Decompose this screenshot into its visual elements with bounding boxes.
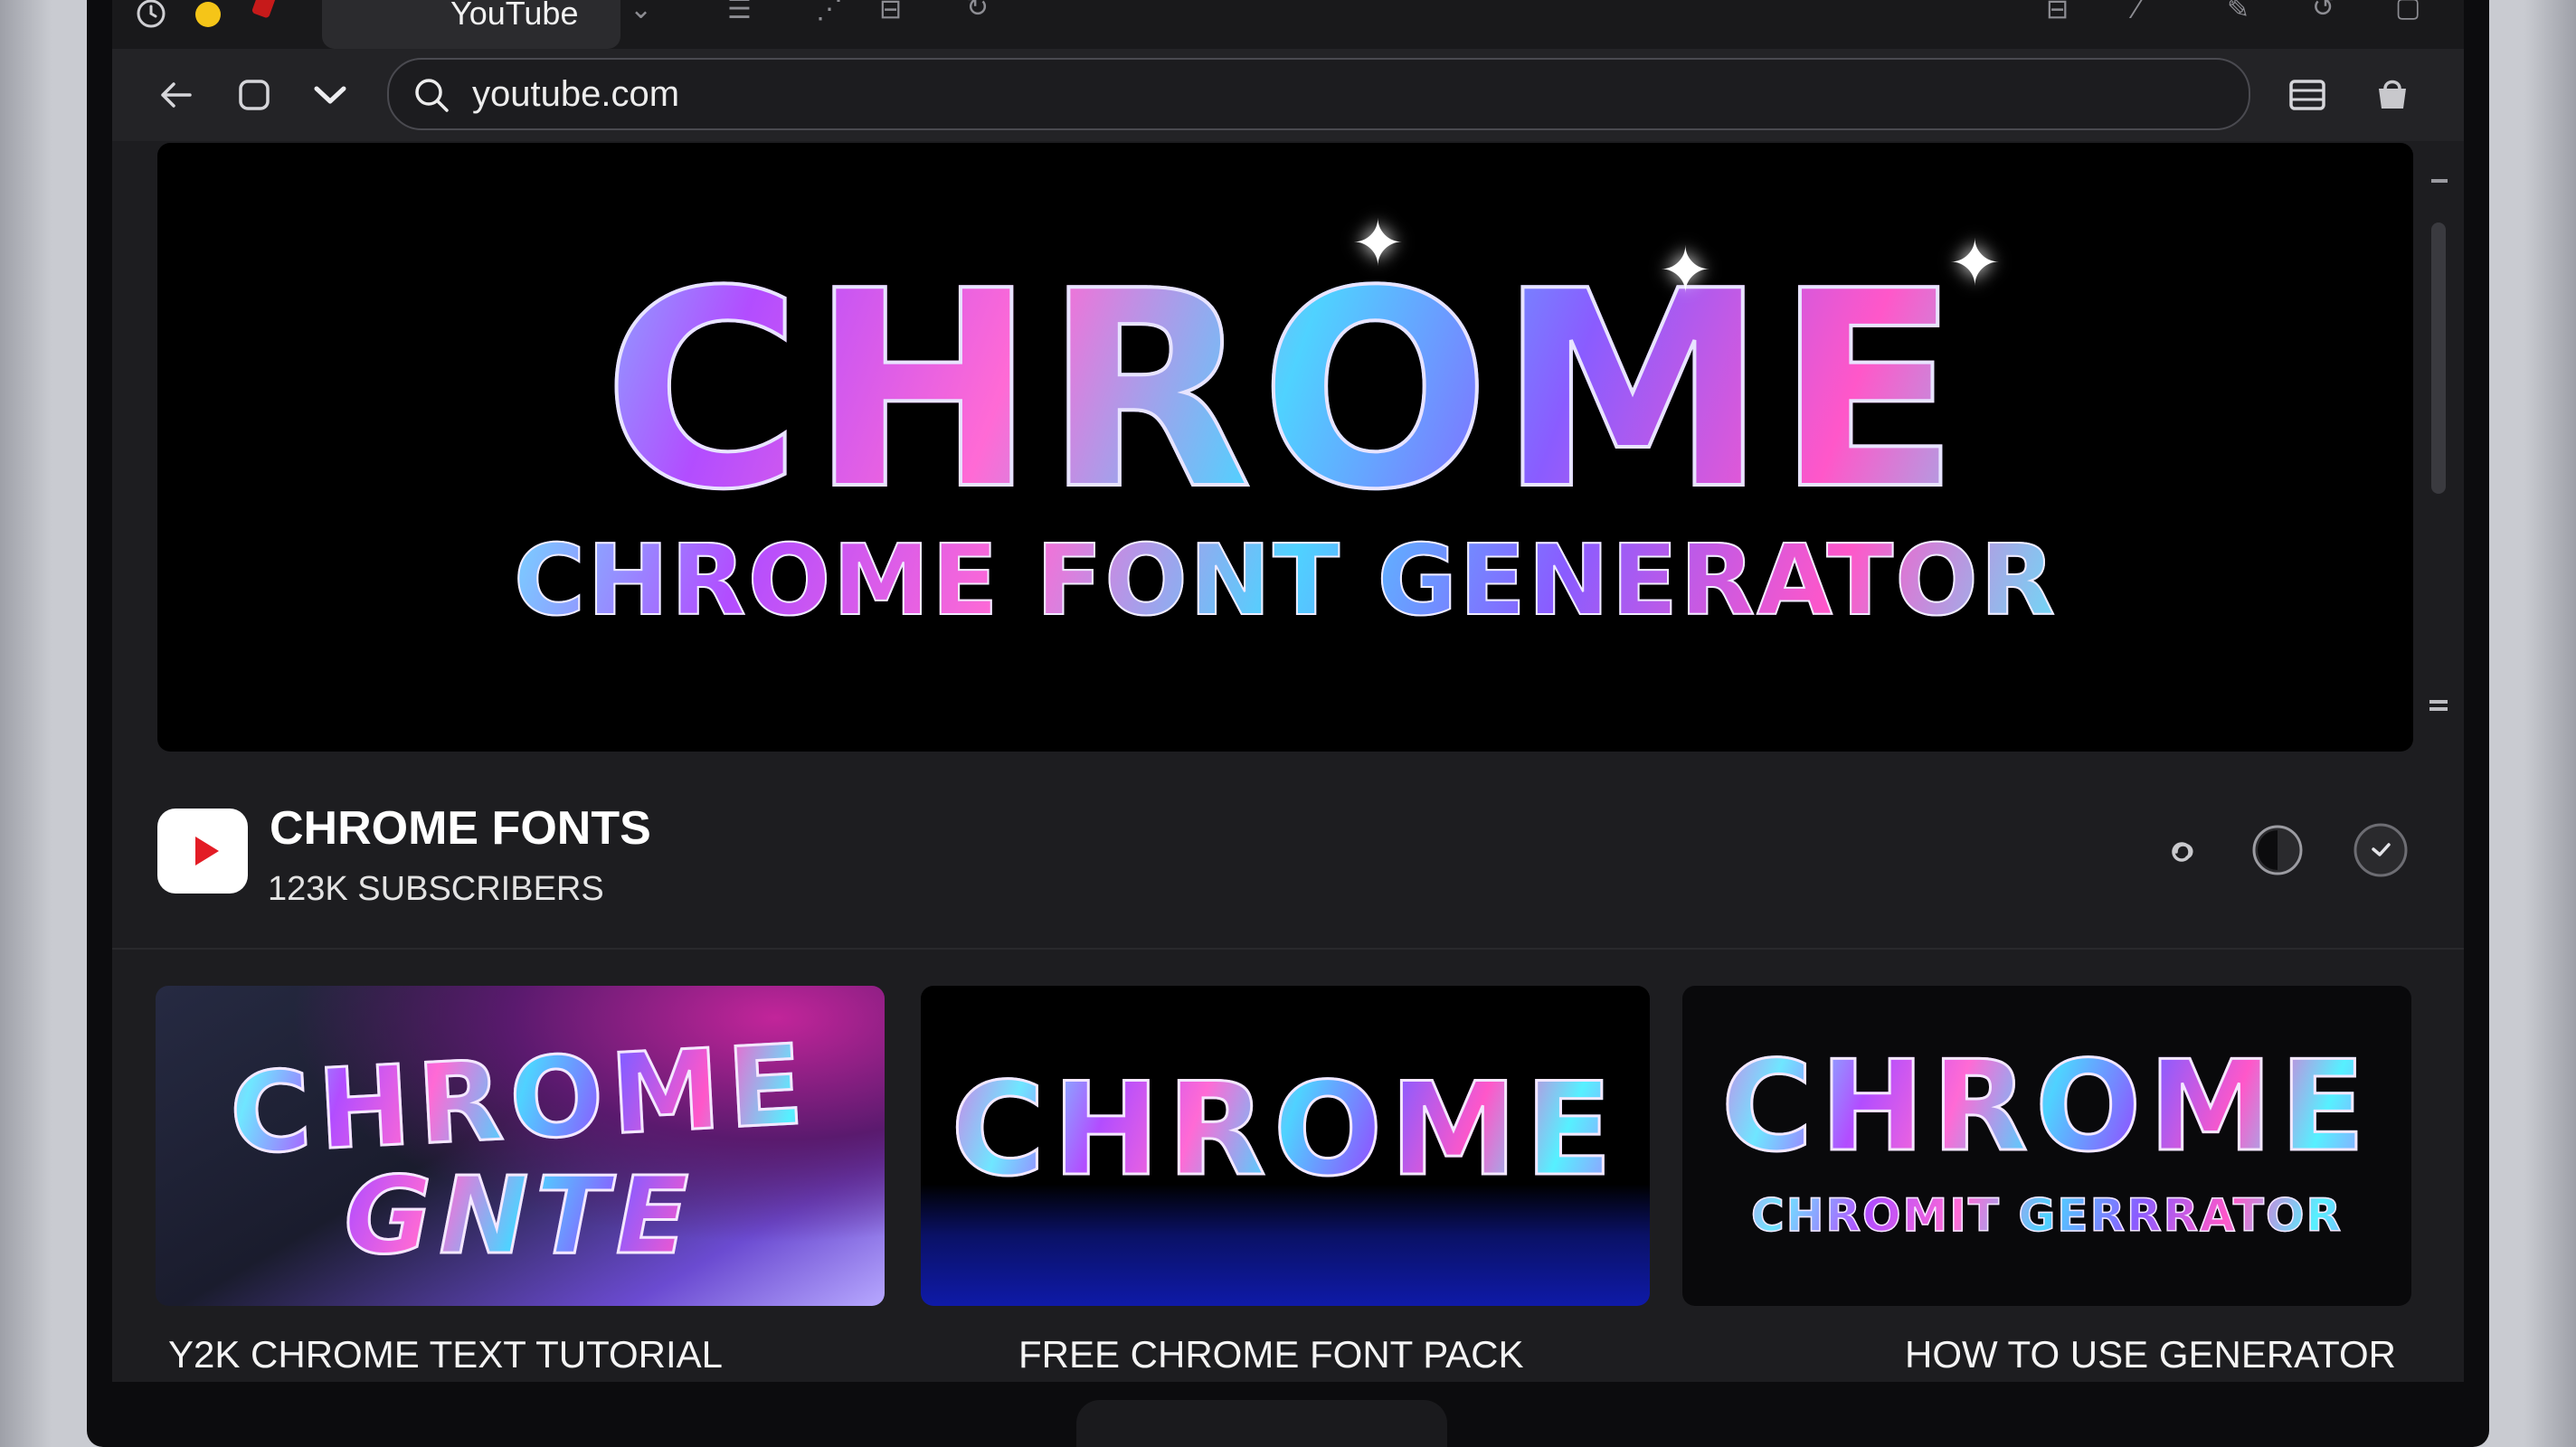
extension-icon[interactable] xyxy=(2370,72,2415,118)
thumbnail-subtitle: GNTE xyxy=(156,1153,885,1279)
video-title[interactable]: FREE CHROME FONT PACK xyxy=(1018,1333,1524,1376)
channel-banner[interactable]: CHROME CHROME FONT GENERATOR ✦ ✦ ✦ xyxy=(157,143,2413,752)
bell-icon[interactable] xyxy=(2156,821,2214,879)
close-dot[interactable] xyxy=(251,0,278,19)
scrollbar[interactable] xyxy=(2424,152,2449,749)
video-thumbnail[interactable]: CHROME xyxy=(921,986,1650,1306)
tab-strip: YouTube ⌄ ☰ ⋰ ⊟ ↻ ⊟ ⁄ ✎ ↺ ▢ xyxy=(112,0,2464,49)
tray-icon[interactable]: ⊟ xyxy=(879,0,902,24)
menu-icon[interactable]: ☰ xyxy=(727,0,752,24)
video-title[interactable]: HOW TO USE GENERATOR xyxy=(1905,1333,2396,1376)
video-thumbnail[interactable]: CHROME CHROMIT GERRRATOR xyxy=(1682,986,2411,1306)
youtube-logo-icon[interactable] xyxy=(157,809,248,894)
layers-icon[interactable]: ⊟ xyxy=(2046,0,2069,24)
tab-youtube[interactable]: YouTube xyxy=(322,0,620,49)
theme-toggle-icon[interactable] xyxy=(2249,821,2306,879)
reader-icon[interactable] xyxy=(2285,72,2330,118)
thumbnail-title: CHROME xyxy=(1682,1035,2411,1178)
stop-square-icon[interactable] xyxy=(232,72,277,118)
thumbnail-subtitle: CHROMIT GERRRATOR xyxy=(1682,1187,2411,1244)
search-icon xyxy=(415,79,449,112)
sparkle-icon: ✦ xyxy=(1351,208,1405,279)
banner-subtitle: CHROME FONT GENERATOR xyxy=(157,523,2413,640)
undo-icon[interactable]: ↺ xyxy=(2312,0,2334,22)
sparkle-icon: ✦ xyxy=(1659,235,1712,306)
subscriber-count: 123K SUBSCRIBERS xyxy=(268,870,604,908)
browser-toolbar: youtube.com xyxy=(112,49,2464,141)
scroll-thumb[interactable] xyxy=(2431,222,2446,494)
video-thumbnail[interactable]: CHROME GNTE xyxy=(156,986,885,1306)
banner-title: CHROME xyxy=(157,241,2413,543)
chevron-down-icon[interactable] xyxy=(308,72,353,118)
channel-name: CHROME FONTS xyxy=(270,802,651,855)
pen-icon[interactable]: ⁄ xyxy=(2135,0,2139,24)
url-text: youtube.com xyxy=(472,74,680,114)
address-bar[interactable]: youtube.com xyxy=(387,58,2250,130)
channel-header: CHROME FONTS 123K SUBSCRIBERS xyxy=(112,769,2464,950)
clock-icon[interactable] xyxy=(136,0,166,29)
minimize-dot[interactable] xyxy=(195,2,221,27)
window-icon[interactable]: ▢ xyxy=(2395,0,2420,22)
thumbnail-title: CHROME xyxy=(921,1056,1650,1204)
edit-icon[interactable]: ✎ xyxy=(2227,0,2249,24)
dots-icon[interactable]: ⋰ xyxy=(816,0,843,24)
reload-icon[interactable]: ↻ xyxy=(966,0,989,22)
subscribed-check-icon[interactable] xyxy=(2352,821,2410,879)
chevron-down-icon[interactable]: ⌄ xyxy=(630,0,652,24)
tab-title: YouTube xyxy=(450,0,579,32)
browser-window: YouTube ⌄ ☰ ⋰ ⊟ ↻ ⊟ ⁄ ✎ ↺ ▢ youtube.com xyxy=(112,0,2464,1382)
sparkle-icon: ✦ xyxy=(1948,228,2002,298)
laptop-notch xyxy=(1076,1400,1447,1447)
back-arrow-icon[interactable] xyxy=(154,72,199,118)
video-title[interactable]: Y2K CHROME TEXT TUTORIAL xyxy=(168,1333,723,1376)
